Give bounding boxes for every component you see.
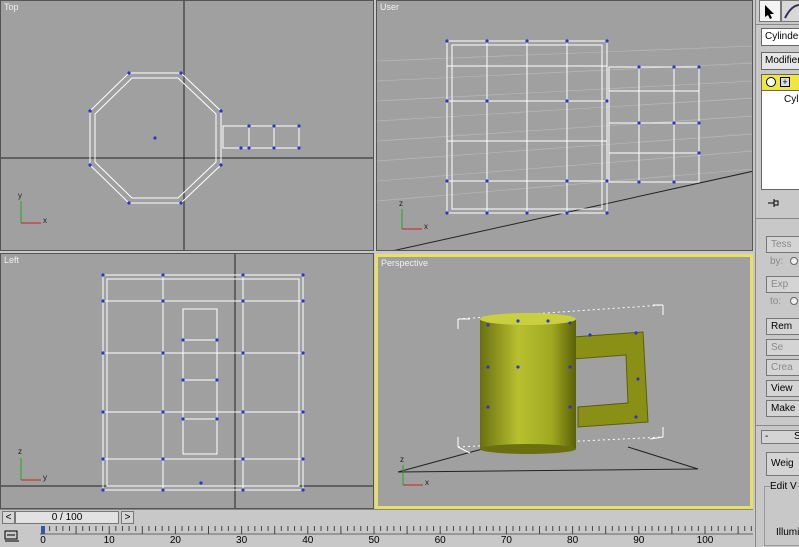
viewport-top-label[interactable]: Top	[4, 2, 19, 12]
viewport-left-label[interactable]: Left	[4, 255, 19, 265]
command-panel: Cylinder0 Modifier + Cylin Tess by: Exp …	[755, 0, 799, 547]
track-tick-label: 30	[236, 535, 248, 546]
track-bar[interactable]: 0 10 20 30 40 50 60 70 80 90 100	[0, 525, 753, 547]
make-button[interactable]: Make	[766, 400, 799, 417]
edit-group-label: Edit V	[770, 481, 797, 492]
time-slider-thumb[interactable]: 0 / 100	[15, 511, 119, 524]
left-view-wireframe	[1, 254, 373, 508]
explode-button[interactable]: Exp	[766, 276, 799, 293]
modifier-list-dropdown[interactable]: Modifier	[761, 52, 799, 70]
track-tick-label: 90	[633, 535, 645, 546]
time-slider[interactable]: < 0 / 100 >	[0, 509, 753, 525]
track-tick-label: 40	[302, 535, 314, 546]
user-axis-z: z	[399, 199, 403, 208]
by-radio[interactable]	[790, 257, 798, 265]
illum-label: Illumi	[776, 527, 799, 538]
time-next-button[interactable]: >	[121, 511, 134, 524]
perspective-view-mug	[397, 304, 699, 486]
create-tab[interactable]	[759, 0, 781, 22]
top-axis-x: x	[43, 216, 47, 225]
by-label: by:	[770, 256, 784, 267]
modify-arc-icon	[784, 3, 799, 19]
track-tick-label: 20	[169, 535, 181, 546]
create-pointer-icon	[765, 5, 774, 19]
expand-plus-icon[interactable]: +	[780, 77, 790, 87]
track-tick-label: 100	[696, 535, 714, 546]
weight-button[interactable]: Weig	[766, 452, 799, 476]
left-axis-y: y	[43, 473, 47, 482]
rollout-collapse-icon: -	[765, 431, 769, 442]
remove-button[interactable]: Rem	[766, 318, 799, 335]
viewport-left[interactable]: Left z y	[0, 253, 374, 509]
max-workspace: Top y x User z x Left z y Perspective z …	[0, 0, 799, 547]
stack-item-cylinder[interactable]: Cylin	[784, 94, 799, 105]
stack-editable-row[interactable]: +	[762, 75, 799, 91]
se-button[interactable]: Se	[766, 339, 799, 356]
top-axis-y: y	[18, 191, 22, 200]
pin-stack-icon[interactable]	[766, 196, 779, 210]
track-tick-label: 80	[567, 535, 579, 546]
time-prev-button[interactable]: <	[2, 511, 15, 524]
persp-axis-x: x	[425, 478, 429, 487]
lightbulb-icon[interactable]	[766, 77, 776, 87]
object-name-field[interactable]: Cylinder0	[761, 28, 799, 46]
track-tick-label: 50	[368, 535, 380, 546]
modifier-stack[interactable]: + Cylin	[761, 74, 799, 190]
viewport-perspective-label[interactable]: Perspective	[381, 258, 428, 268]
to-radio[interactable]	[790, 297, 798, 305]
viewport-perspective[interactable]: Perspective z x	[375, 254, 753, 509]
track-tick-label: 70	[500, 535, 512, 546]
viewport-top[interactable]: Top y x	[0, 0, 374, 251]
top-view-wireframe	[1, 1, 373, 250]
user-axis-x: x	[424, 222, 428, 231]
current-frame-marker	[41, 526, 45, 534]
surface-rollout-header[interactable]: - S	[761, 430, 799, 444]
track-tick-label: 10	[103, 535, 115, 546]
persp-axis-z: z	[400, 455, 404, 464]
tessellate-button[interactable]: Tess	[766, 236, 799, 253]
track-tick-label: 60	[434, 535, 446, 546]
view-button[interactable]: View	[766, 380, 799, 397]
create-button[interactable]: Crea	[766, 359, 799, 376]
user-view-wireframe	[377, 39, 752, 250]
left-axis-z: z	[18, 447, 22, 456]
viewport-user[interactable]: User z x	[376, 0, 753, 251]
track-tick-label: 0	[40, 535, 46, 546]
modify-tab[interactable]	[781, 0, 799, 22]
viewport-user-label[interactable]: User	[380, 2, 399, 12]
to-label: to:	[770, 296, 782, 307]
surface-rollout-title: S	[794, 431, 799, 442]
